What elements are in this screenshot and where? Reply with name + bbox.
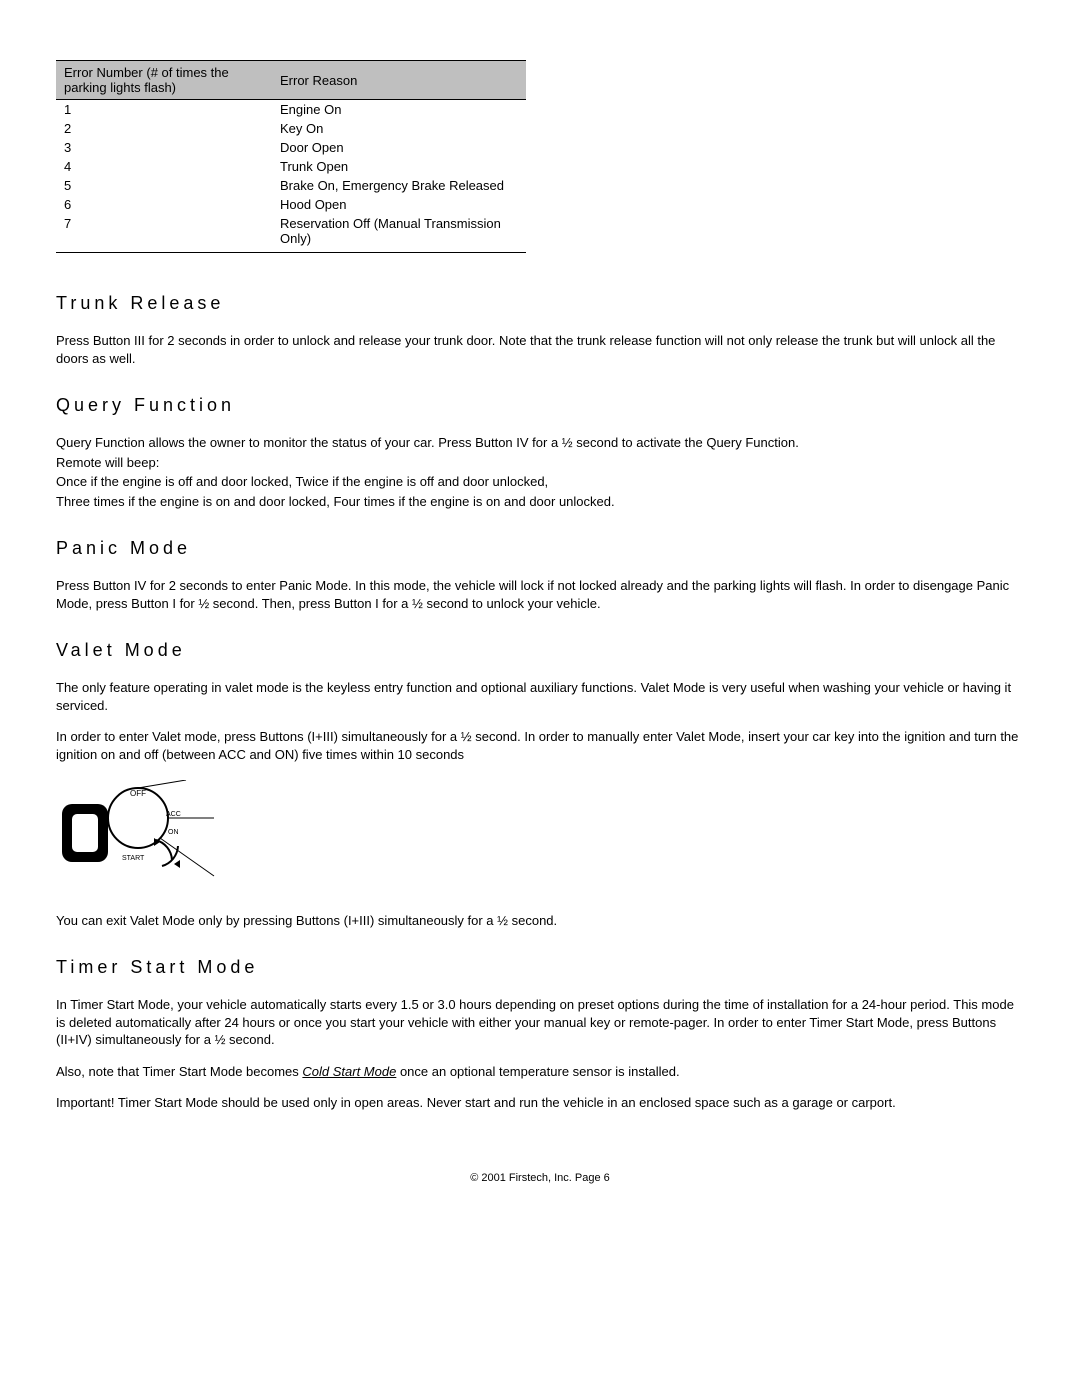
diagram-label-on: ON [168, 829, 179, 836]
diagram-label-acc: ACC [166, 811, 181, 818]
page-footer: © 2001 Firstech, Inc. Page 6 [56, 1172, 1024, 1184]
table-row: 6Hood Open [56, 195, 526, 214]
paragraph: The only feature operating in valet mode… [56, 679, 1024, 714]
paragraph: You can exit Valet Mode only by pressing… [56, 912, 1024, 930]
paragraph: Query Function allows the owner to monit… [56, 434, 1024, 452]
heading-timer-start-mode: Timer Start Mode [56, 957, 1024, 978]
table-row: 1Engine On [56, 100, 526, 120]
heading-valet-mode: Valet Mode [56, 640, 1024, 661]
paragraph: In order to enter Valet mode, press Butt… [56, 728, 1024, 763]
paragraph: Press Button IV for 2 seconds to enter P… [56, 577, 1024, 612]
heading-trunk-release: Trunk Release [56, 293, 1024, 314]
table-row: 5Brake On, Emergency Brake Released [56, 176, 526, 195]
table-row: 4Trunk Open [56, 157, 526, 176]
paragraph: Once if the engine is off and door locke… [56, 473, 1024, 491]
paragraph: Press Button III for 2 seconds in order … [56, 332, 1024, 367]
diagram-label-off: OFF [130, 789, 146, 798]
table-row: 2Key On [56, 119, 526, 138]
table-header-error-number: Error Number (# of times the parking lig… [56, 61, 272, 100]
table-header-error-reason: Error Reason [272, 61, 526, 100]
paragraph: Three times if the engine is on and door… [56, 493, 1024, 511]
ignition-diagram: OFF ACC ON START [56, 780, 1024, 890]
error-code-table: Error Number (# of times the parking lig… [56, 60, 526, 253]
paragraph: Also, note that Timer Start Mode becomes… [56, 1063, 1024, 1081]
cold-start-mode-term: Cold Start Mode [302, 1064, 396, 1079]
paragraph: In Timer Start Mode, your vehicle automa… [56, 996, 1024, 1049]
table-row: 7Reservation Off (Manual Transmission On… [56, 214, 526, 253]
document-page: Error Number (# of times the parking lig… [0, 0, 1080, 1224]
paragraph: Remote will beep: [56, 454, 1024, 472]
heading-panic-mode: Panic Mode [56, 538, 1024, 559]
paragraph-important: Important! Timer Start Mode should be us… [56, 1094, 1024, 1112]
diagram-label-start: START [122, 855, 145, 862]
table-row: 3Door Open [56, 138, 526, 157]
heading-query-function: Query Function [56, 395, 1024, 416]
